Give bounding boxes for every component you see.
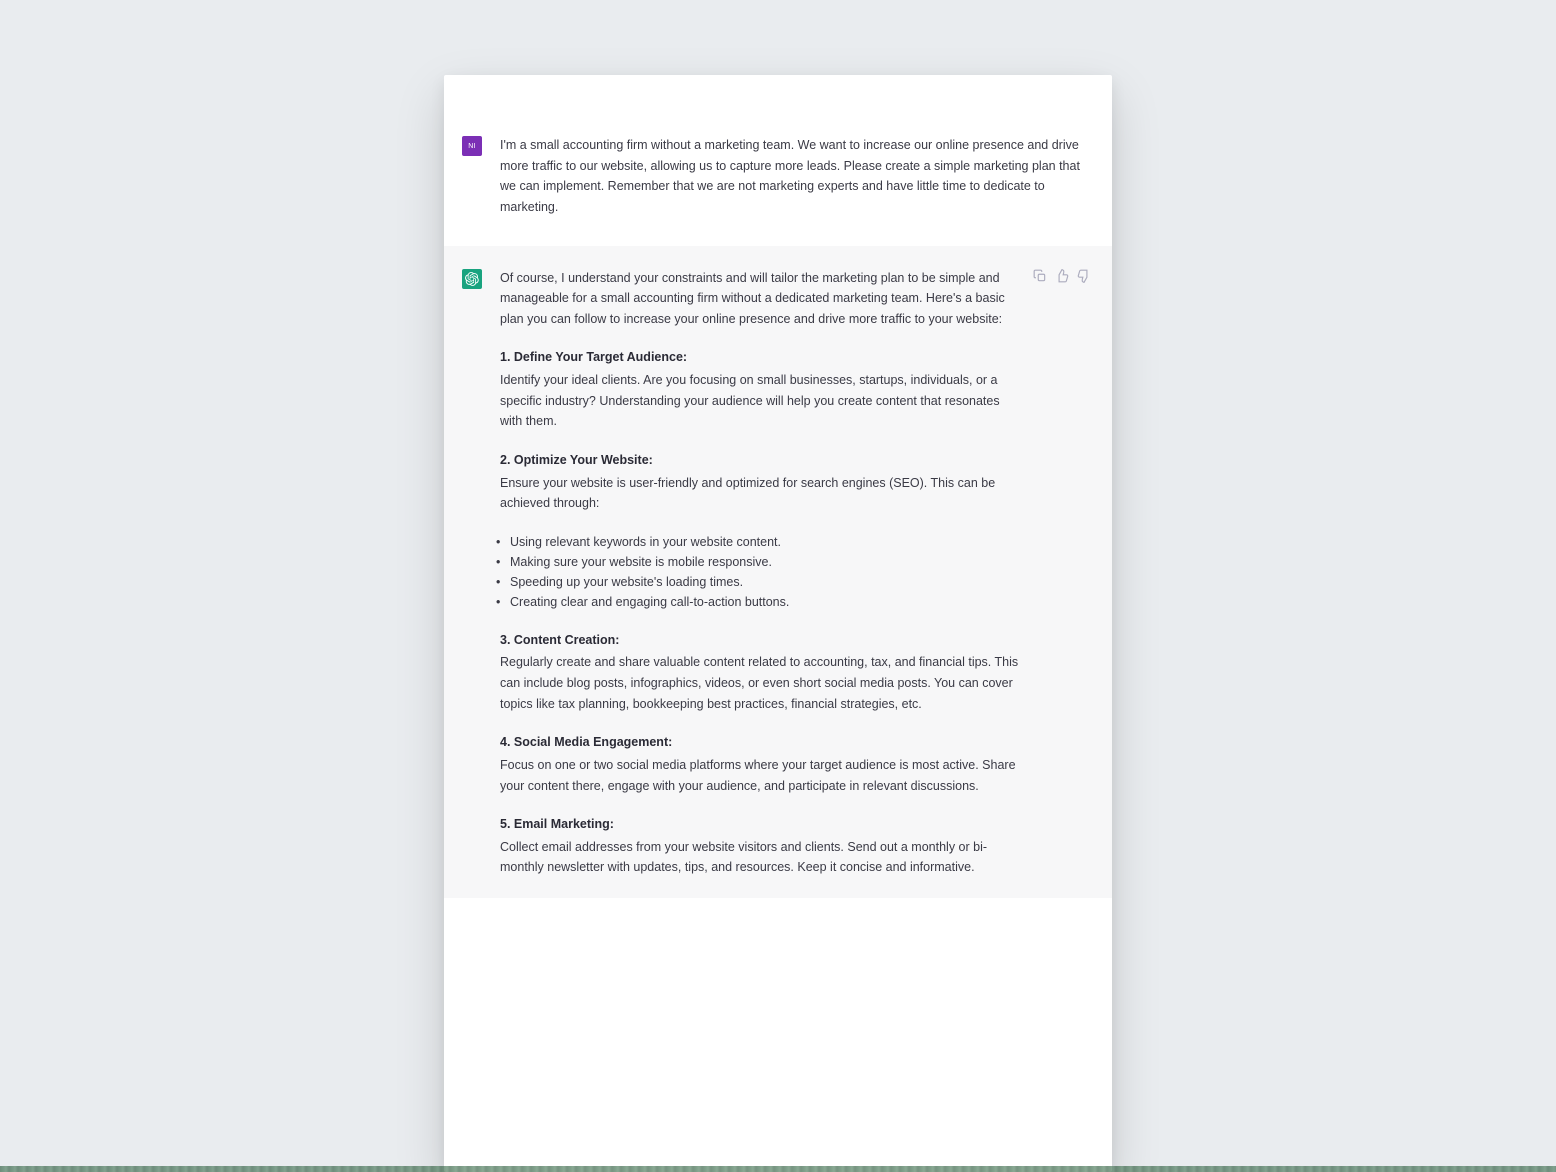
section-1: 1. Define Your Target Audience: Identify… (500, 347, 1020, 432)
assistant-message-body: Of course, I understand your constraints… (500, 268, 1020, 879)
list-item: Speeding up your website's loading times… (494, 572, 1020, 592)
list-item: Using relevant keywords in your website … (494, 532, 1020, 552)
section-body: Focus on one or two social media platfor… (500, 755, 1020, 796)
user-message-text: I'm a small accounting firm without a ma… (500, 135, 1092, 218)
section-body: Regularly create and share valuable cont… (500, 652, 1020, 714)
assistant-avatar-icon (462, 269, 482, 289)
section-heading: 5. Email Marketing: (500, 814, 1020, 835)
section-body: Collect email addresses from your websit… (500, 837, 1020, 878)
thumbs-up-icon[interactable] (1054, 268, 1070, 284)
section-2: 2. Optimize Your Website: Ensure your we… (500, 450, 1020, 514)
bottom-decoration (0, 1166, 1556, 1172)
section-4: 4. Social Media Engagement: Focus on one… (500, 732, 1020, 796)
section-body: Identify your ideal clients. Are you foc… (500, 370, 1020, 432)
chat-card: NI I'm a small accounting firm without a… (444, 75, 1112, 1172)
section-heading: 3. Content Creation: (500, 630, 1020, 651)
message-actions (1032, 268, 1092, 879)
list-item: Creating clear and engaging call-to-acti… (494, 592, 1020, 612)
section-body: Ensure your website is user-friendly and… (500, 473, 1020, 514)
section-heading: 1. Define Your Target Audience: (500, 347, 1020, 368)
user-message: NI I'm a small accounting firm without a… (444, 75, 1112, 246)
list-item: Making sure your website is mobile respo… (494, 552, 1020, 572)
bullet-list: Using relevant keywords in your website … (494, 532, 1020, 612)
user-avatar: NI (462, 136, 482, 156)
assistant-intro: Of course, I understand your constraints… (500, 268, 1020, 330)
user-avatar-initials: NI (468, 143, 476, 150)
section-heading: 4. Social Media Engagement: (500, 732, 1020, 753)
thumbs-down-icon[interactable] (1076, 268, 1092, 284)
section-3: 3. Content Creation: Regularly create an… (500, 630, 1020, 715)
copy-icon[interactable] (1032, 268, 1048, 284)
section-5: 5. Email Marketing: Collect email addres… (500, 814, 1020, 878)
assistant-message: Of course, I understand your constraints… (444, 246, 1112, 899)
section-heading: 2. Optimize Your Website: (500, 450, 1020, 471)
